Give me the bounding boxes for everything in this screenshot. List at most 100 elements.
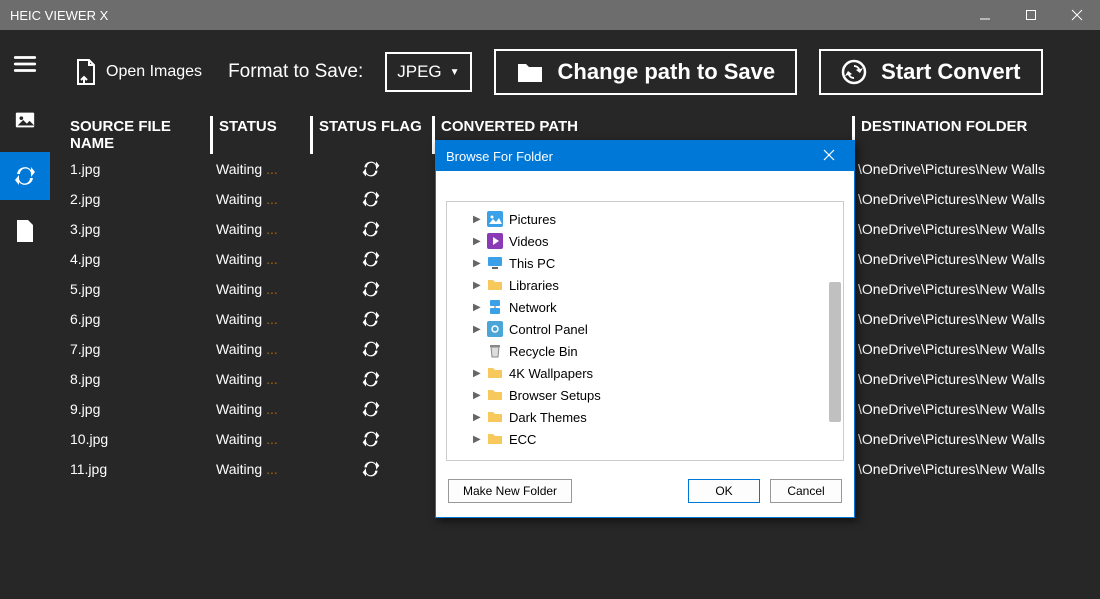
control-icon [487,321,503,337]
cell-flag [310,369,432,389]
cell-source: 11.jpg [70,461,210,477]
minimize-button[interactable] [962,0,1008,30]
cell-status: Waiting ... [210,281,310,297]
sync-icon [361,309,381,329]
format-select[interactable]: JPEG ▼ [385,52,471,92]
cell-status: Waiting ... [210,431,310,447]
start-convert-button[interactable]: Start Convert [819,49,1042,95]
cell-source: 3.jpg [70,221,210,237]
file-icon[interactable] [0,208,50,256]
expand-arrow-icon[interactable]: ▶ [473,236,481,247]
cell-source: 5.jpg [70,281,210,297]
change-path-label: Change path to Save [558,59,776,85]
sync-icon [361,279,381,299]
sync-icon [361,459,381,479]
expand-arrow-icon[interactable]: ▶ [473,390,481,401]
tree-item[interactable]: ▶ Dark Themes [453,406,843,428]
tree-item[interactable]: ▶Browser Setups [453,384,843,406]
cell-dest: \OneDrive\Pictures\New Walls [852,341,1080,357]
cell-source: 10.jpg [70,431,210,447]
cell-status: Waiting ... [210,251,310,267]
titlebar: HEIC VIEWER X [0,0,1100,30]
expand-arrow-icon[interactable]: ▶ [473,258,481,269]
folder-icon [487,365,503,381]
tree-item[interactable]: ▶This PC [453,252,843,274]
dialog-title: Browse For Folder [446,149,553,164]
expand-arrow-icon[interactable]: ▶ [473,302,481,313]
toolbar: Open Images Format to Save: JPEG ▼ Chang… [50,40,1100,104]
sync-icon [361,189,381,209]
folder-tree[interactable]: ▶Pictures▶Videos▶This PC▶Libraries▶Netwo… [446,201,844,461]
folder-icon [487,387,503,403]
cell-source: 7.jpg [70,341,210,357]
cell-source: 8.jpg [70,371,210,387]
cell-flag [310,399,432,419]
sync-icon [361,429,381,449]
cell-flag [310,459,432,479]
tree-item[interactable]: ▶4K Wallpapers [453,362,843,384]
header-source: SOURCE FILE NAME [70,116,210,154]
cell-flag [310,339,432,359]
tree-item-label: Recycle Bin [509,344,578,359]
cell-status: Waiting ... [210,191,310,207]
tree-item[interactable]: Recycle Bin [453,340,843,362]
cell-status: Waiting ... [210,461,310,477]
expand-arrow-icon[interactable]: ▶ [473,434,481,445]
open-file-icon [74,58,98,86]
header-dest: DESTINATION FOLDER [852,116,1080,154]
expand-arrow-icon[interactable]: ▶ [473,280,481,291]
expand-arrow-icon[interactable]: ▶ [473,368,481,379]
tree-item[interactable]: ▶ECC [453,428,843,450]
tree-item[interactable]: ▶ Control Panel [453,318,843,340]
close-button[interactable] [1054,0,1100,30]
sync-icon [361,249,381,269]
folder-icon [487,277,503,293]
cell-dest: \OneDrive\Pictures\New Walls [852,461,1080,477]
expand-arrow-icon[interactable]: ▶ [473,214,481,225]
start-convert-label: Start Convert [881,59,1020,85]
cell-dest: \OneDrive\Pictures\New Walls [852,281,1080,297]
ok-button[interactable]: OK [688,479,760,503]
sync-icon [361,399,381,419]
folder-icon [516,60,544,84]
sync-icon [361,369,381,389]
hamburger-menu-icon[interactable] [0,40,50,88]
tree-item-label: Dark Themes [509,410,587,425]
convert-icon[interactable] [0,152,50,200]
cell-flag [310,249,432,269]
cell-flag [310,279,432,299]
browse-folder-dialog: Browse For Folder ▶Pictures▶Videos▶This … [435,140,855,518]
expand-arrow-icon[interactable]: ▶ [473,412,481,423]
cell-source: 9.jpg [70,401,210,417]
sync-icon [361,339,381,359]
change-path-button[interactable]: Change path to Save [494,49,798,95]
format-label: Format to Save: [228,61,363,83]
sync-icon [361,219,381,239]
cell-source: 1.jpg [70,161,210,177]
cell-flag [310,429,432,449]
folder-icon [487,431,503,447]
folder-icon [487,409,503,425]
cancel-button[interactable]: Cancel [770,479,842,503]
tree-item[interactable]: ▶Videos [453,230,843,252]
tree-item[interactable]: ▶Pictures [453,208,843,230]
open-images-button[interactable]: Open Images [70,52,206,92]
cell-dest: \OneDrive\Pictures\New Walls [852,431,1080,447]
dialog-titlebar[interactable]: Browse For Folder [436,141,854,171]
tree-item-label: Libraries [509,278,559,293]
cell-source: 4.jpg [70,251,210,267]
tree-item[interactable]: ▶Network [453,296,843,318]
make-new-folder-button[interactable]: Make New Folder [448,479,572,503]
cell-status: Waiting ... [210,341,310,357]
cell-status: Waiting ... [210,401,310,417]
open-images-label: Open Images [106,63,202,81]
tree-item-label: Control Panel [509,322,588,337]
format-value: JPEG [397,62,441,82]
expand-arrow-icon[interactable]: ▶ [473,324,481,335]
tree-item[interactable]: ▶ Libraries [453,274,843,296]
dialog-close-button[interactable] [814,149,844,164]
scrollbar[interactable] [829,282,841,422]
image-icon[interactable] [0,96,50,144]
cell-dest: \OneDrive\Pictures\New Walls [852,311,1080,327]
maximize-button[interactable] [1008,0,1054,30]
